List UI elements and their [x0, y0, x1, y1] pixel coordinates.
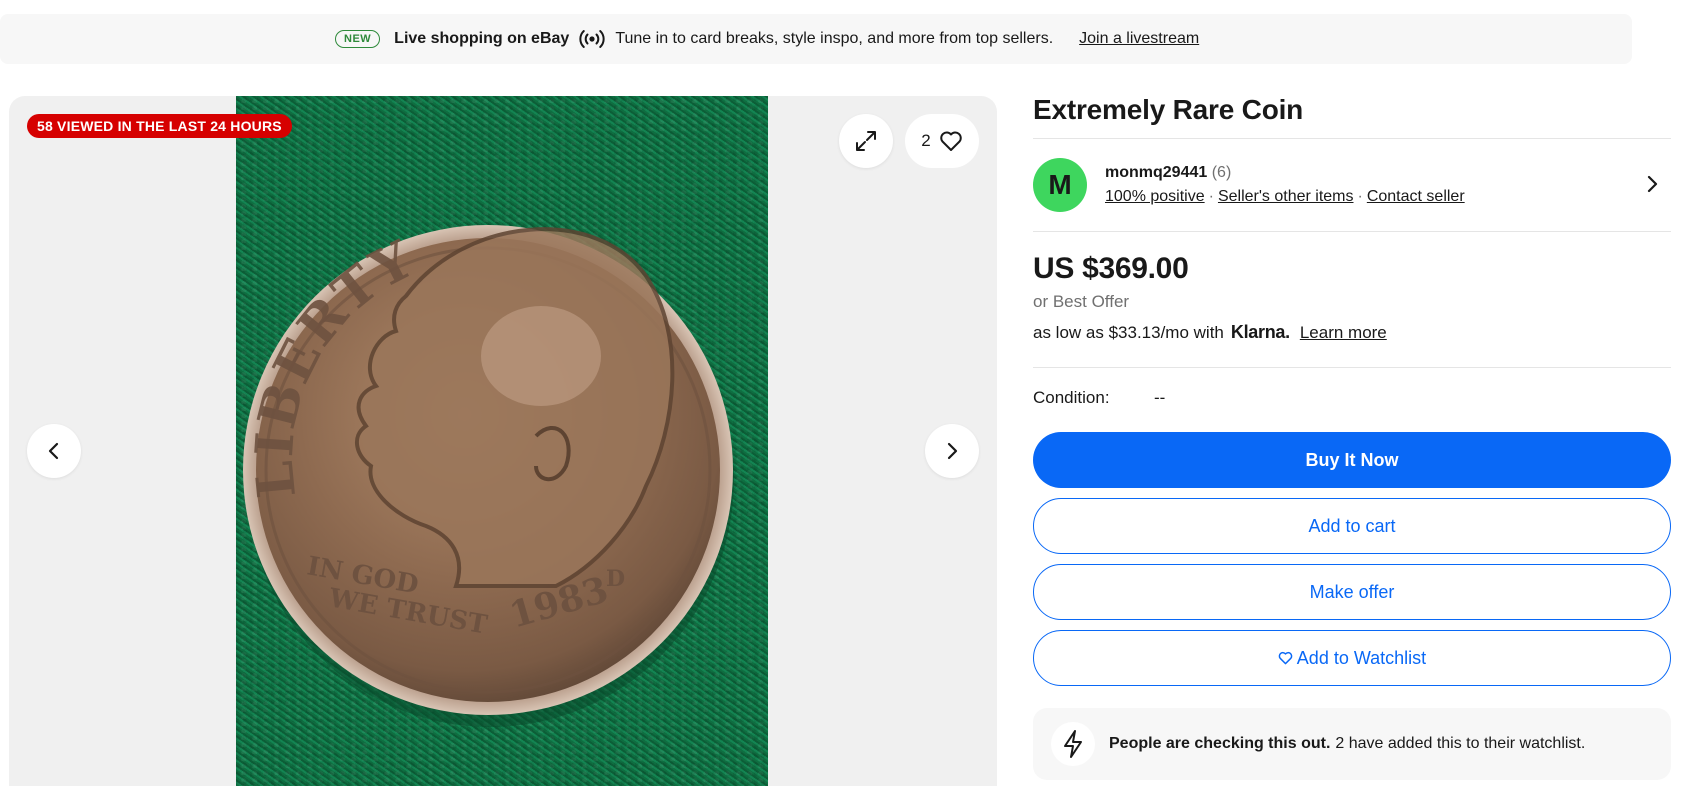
- item-title: Extremely Rare Coin: [1033, 94, 1304, 125]
- seller-avatar[interactable]: M: [1033, 158, 1087, 212]
- lightning-icon: [1051, 722, 1095, 766]
- learn-more-link[interactable]: Learn more: [1300, 323, 1387, 343]
- item-details-panel: Extremely Rare Coin M monmq29441 (6) 100…: [1033, 90, 1671, 780]
- live-broadcast-icon: [579, 28, 605, 50]
- make-offer-button[interactable]: Make offer: [1033, 564, 1671, 620]
- buy-it-now-button[interactable]: Buy It Now: [1033, 432, 1671, 488]
- coin-photo: LIBERTY IN GOD WE TRUST 1983 D: [236, 96, 768, 786]
- chevron-right-icon: [947, 442, 958, 460]
- insight-bold-text: People are checking this out.: [1109, 735, 1331, 752]
- watchlist-insight: People are checking this out. 2 have add…: [1033, 708, 1671, 780]
- klarna-financing: as low as $33.13/mo with Klarna. Learn m…: [1033, 322, 1671, 343]
- banner-text: Tune in to card breaks, style inspo, and…: [615, 30, 1054, 47]
- previous-image-button[interactable]: [27, 424, 81, 478]
- seller-info[interactable]: M monmq29441 (6) 100% positive · Seller's …: [1033, 139, 1671, 231]
- expand-image-button[interactable]: [839, 114, 893, 168]
- condition-label: Condition:: [1033, 388, 1110, 407]
- best-offer-text: or Best Offer: [1033, 292, 1130, 311]
- add-to-watchlist-button[interactable]: Add to Watchlist: [1033, 630, 1671, 686]
- new-badge: NEW: [335, 30, 381, 48]
- next-image-button[interactable]: [925, 424, 979, 478]
- sellers-other-items-link[interactable]: Seller's other items: [1218, 188, 1354, 205]
- banner-title: Live shopping on eBay: [394, 30, 570, 47]
- coin-image: LIBERTY IN GOD WE TRUST 1983 D: [243, 225, 734, 727]
- expand-icon: [856, 131, 876, 151]
- condition-value: --: [1154, 388, 1166, 407]
- klarna-logo: Klarna.: [1230, 322, 1290, 342]
- divider: [1033, 367, 1671, 368]
- watch-count: 2: [921, 131, 931, 150]
- add-to-watchlist-label: Add to Watchlist: [1296, 647, 1427, 668]
- positive-feedback-link[interactable]: 100% positive: [1105, 188, 1205, 205]
- join-livestream-link[interactable]: Join a livestream: [1079, 30, 1199, 48]
- coin-mint-mark: D: [606, 566, 625, 592]
- heart-icon: [1278, 651, 1293, 665]
- image-gallery: LIBERTY IN GOD WE TRUST 1983 D 58 VIEWED…: [9, 96, 997, 786]
- heart-icon: [939, 131, 962, 151]
- seller-name[interactable]: monmq29441: [1105, 164, 1207, 181]
- chevron-right-icon[interactable]: [1641, 173, 1663, 195]
- live-shopping-banner: NEW Live shopping on eBay Tune in to car…: [0, 14, 1632, 64]
- viewed-count-badge: 58 VIEWED IN THE LAST 24 HOURS: [27, 114, 292, 138]
- insight-text: 2 have added this to their watchlist.: [1335, 735, 1586, 752]
- add-to-cart-button[interactable]: Add to cart: [1033, 498, 1671, 554]
- condition-row: Condition: --: [1033, 388, 1671, 410]
- watch-count-button[interactable]: 2: [905, 114, 979, 168]
- divider: [1033, 231, 1671, 232]
- item-price: US $369.00: [1033, 252, 1189, 285]
- seller-feedback-count: (6): [1211, 164, 1232, 181]
- chevron-left-icon: [48, 442, 59, 460]
- contact-seller-link[interactable]: Contact seller: [1367, 188, 1465, 205]
- klarna-text: as low as $33.13/mo with: [1033, 322, 1224, 342]
